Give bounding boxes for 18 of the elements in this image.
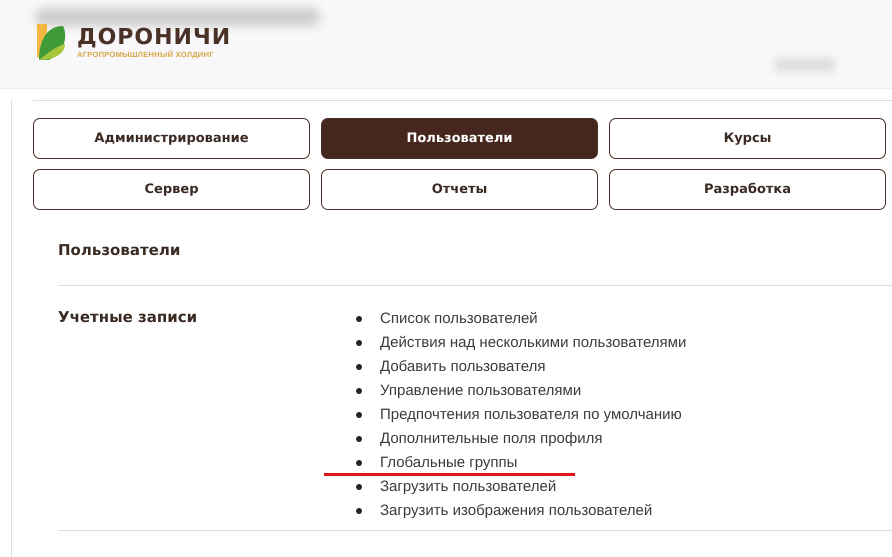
settings-link[interactable]: Загрузить изображения пользователей <box>324 500 652 524</box>
section-title: Учетные записи <box>58 307 198 328</box>
settings-link[interactable]: Предпочтения пользователя по умолчанию <box>324 404 682 428</box>
nav-tab[interactable]: Разработка <box>609 169 886 210</box>
settings-link[interactable]: Действия над несколькими пользователями <box>324 332 686 356</box>
nav-tab[interactable]: Отчеты <box>321 169 598 210</box>
nav-tab[interactable]: Пользователи <box>321 118 598 159</box>
nav-tab[interactable]: Сервер <box>33 169 310 210</box>
settings-link[interactable]: Добавить пользователя <box>324 356 546 380</box>
settings-link[interactable]: Список пользователей <box>324 308 538 332</box>
settings-link[interactable]: Управление пользователями <box>324 380 582 404</box>
page-title: Пользователи <box>58 210 892 286</box>
nav-tab[interactable]: Администрирование <box>33 118 310 159</box>
logo-name: ДОРОНИЧИ <box>77 26 232 50</box>
settings-link[interactable]: Дополнительные поля профиля <box>324 428 602 452</box>
settings-link[interactable]: Загрузить пользователей <box>324 476 556 500</box>
nav-tab[interactable]: Курсы <box>609 118 886 159</box>
settings-link[interactable]: Глобальные группы <box>324 452 576 476</box>
